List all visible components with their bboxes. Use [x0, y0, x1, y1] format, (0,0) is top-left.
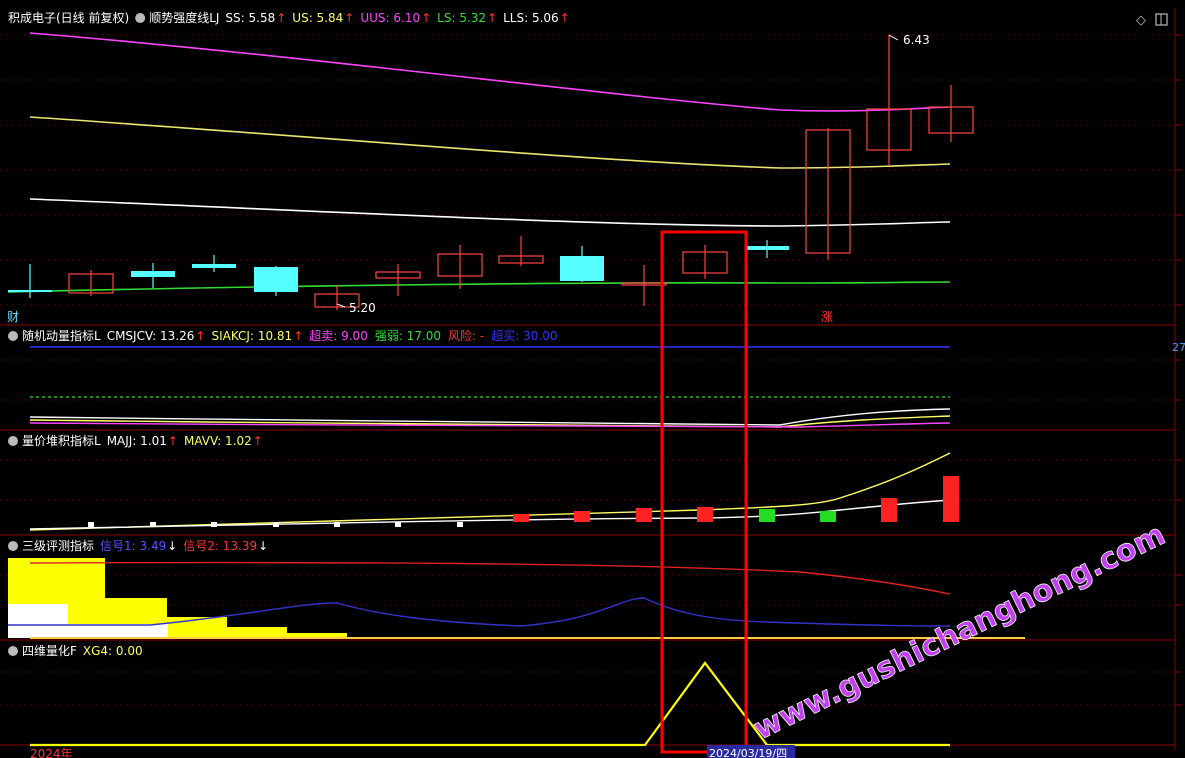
cmsjcv-line	[29, 408, 951, 426]
panel3-name: 量价堆积指标L	[22, 433, 101, 448]
mavv-line	[29, 452, 951, 531]
panel2-value: SIAKCJ: 10.81	[211, 329, 292, 343]
indicator-value: LLS: 5.06	[503, 11, 559, 25]
volume-dot	[334, 522, 340, 527]
candle-body[interactable]	[745, 246, 789, 250]
up-arrow-icon: ↑	[276, 11, 286, 25]
indicator-toggle-icon[interactable]	[8, 436, 18, 446]
high-pointer-line	[888, 34, 899, 41]
indicator-toggle-icon[interactable]	[135, 13, 146, 23]
panel5-value: XG4: 0.00	[83, 644, 143, 658]
watermark-text: www.gushichanghong.com	[748, 517, 1171, 747]
volume-bar[interactable]	[697, 507, 713, 522]
up-arrow-icon: ↑	[293, 329, 303, 343]
panel2-value: 超买: 30.00	[491, 328, 557, 343]
majj-line	[29, 499, 951, 530]
panel3-value: MAJJ: 1.01	[107, 434, 167, 448]
panel2-name: 随机动量指标L	[22, 328, 101, 343]
indicator-value: SS: 5.58	[225, 11, 275, 25]
finance-marker: 财	[7, 310, 19, 324]
volume-bar[interactable]	[513, 514, 529, 522]
candle-body[interactable]	[192, 264, 236, 268]
diamond-icon[interactable]: ◇	[1136, 13, 1146, 28]
up-arrow-icon: ↑	[253, 434, 263, 448]
volume-bar[interactable]	[943, 476, 959, 522]
indicator-value: US: 5.84	[292, 11, 343, 25]
volume-bar[interactable]	[636, 508, 652, 522]
indicator-toggle-icon[interactable]	[8, 331, 18, 341]
volume-bar[interactable]	[820, 511, 836, 522]
indicator-toggle-icon[interactable]	[8, 541, 18, 551]
indicator-value: LS: 5.32	[437, 11, 486, 25]
panel2-value: 强弱: 17.00	[375, 329, 441, 343]
highlight-box	[660, 230, 748, 754]
panel4-name: 三级评测指标	[22, 538, 94, 553]
axis-value: 27	[1172, 341, 1185, 354]
volume-bar[interactable]	[574, 511, 590, 522]
indicator-toggle-icon[interactable]	[8, 646, 18, 656]
signal-area-white	[8, 604, 68, 638]
up-arrow-icon: ↑	[560, 11, 570, 25]
stock-name: 积成电子(日线 前复权)	[8, 10, 129, 25]
high-price-label: 6.43	[903, 33, 930, 47]
volume-dot	[395, 522, 401, 527]
up-arrow-icon: ↑	[195, 329, 205, 343]
down-arrow-icon: ↓	[258, 539, 268, 553]
up-arrow-icon: ↑	[487, 11, 497, 25]
stock-chart[interactable]: 6.43 5.20 财 涨 27 2024年 2024/03/19/四 积成电子(日线 前复权…	[0, 0, 1185, 758]
indicator-name: 顺势强度线LJ	[149, 10, 219, 25]
panel3-value: MAVV: 1.02	[184, 434, 252, 448]
candle-body[interactable]	[254, 267, 298, 292]
up-arrow-icon: ↑	[344, 11, 354, 25]
signal2-line	[29, 561, 951, 595]
down-arrow-icon: ↓	[167, 539, 177, 553]
ss-line	[29, 198, 951, 227]
candle-body[interactable]	[131, 271, 175, 277]
ls-line	[7, 281, 951, 293]
panel2-value: CMSJCV: 13.26	[107, 329, 195, 343]
signal-area-white	[68, 624, 168, 638]
up-arrow-icon: ↑	[421, 11, 431, 25]
signal-area	[227, 627, 287, 638]
panel4-value: 信号1: 3.49	[100, 539, 166, 553]
up-arrow-icon: ↑	[168, 434, 178, 448]
volume-dot	[457, 522, 463, 527]
candle-body[interactable]	[8, 290, 52, 292]
year-label: 2024年	[30, 747, 73, 758]
volume-dot	[211, 522, 217, 527]
rise-marker: 涨	[821, 309, 833, 324]
volume-bar[interactable]	[881, 498, 897, 522]
volume-dot	[88, 522, 94, 527]
candle-body[interactable]	[560, 256, 604, 281]
indicator-value: UUS: 6.10	[360, 11, 420, 25]
volume-dot	[150, 522, 156, 527]
volume-dot	[273, 522, 279, 527]
panel2-value: 风险: -	[448, 328, 484, 343]
uus-line	[29, 32, 951, 112]
panel2-value: 超卖: 9.00	[309, 328, 368, 343]
panel4-value: 信号2: 13.39	[183, 539, 257, 553]
low-price-label: 5.20	[349, 301, 376, 315]
panel5-name: 四维量化F	[22, 644, 77, 658]
cursor-date-label: 2024/03/19/四	[709, 747, 787, 758]
volume-bar[interactable]	[759, 509, 775, 522]
